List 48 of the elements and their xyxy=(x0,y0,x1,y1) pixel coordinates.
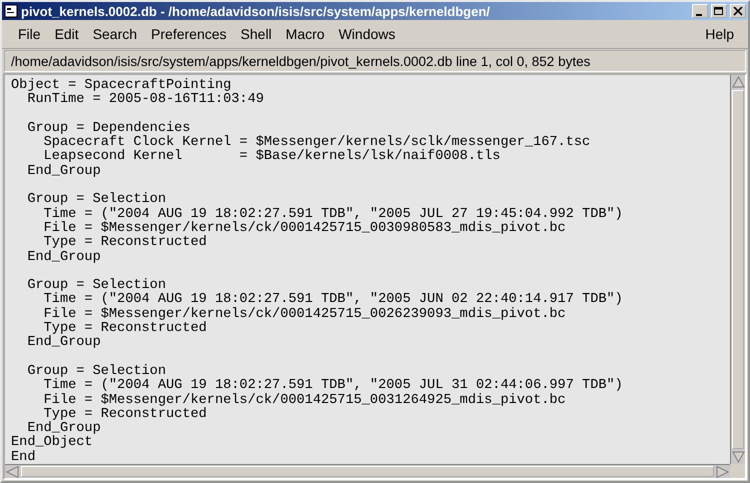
maximize-button[interactable] xyxy=(711,4,727,18)
code-line: Spacecraft Clock Kernel = $Messenger/kernels/sclk/messenger_167.tsc xyxy=(42,136,592,150)
menu-item[interactable]: Search xyxy=(86,24,144,44)
down-arrow-icon[interactable] xyxy=(731,450,746,464)
code-line: Type = Reconstructed xyxy=(44,236,208,250)
scroll-thumb[interactable] xyxy=(21,466,714,477)
close-icon xyxy=(733,6,743,16)
code-line: Group = Dependencies xyxy=(26,122,190,136)
code-line: End_Object xyxy=(11,436,94,450)
code-line: Object = SpacecraftPointing xyxy=(11,79,232,93)
code-line: Group = Selection xyxy=(26,364,166,379)
code-line: File = $Messenger/kernels/ck/0001425715_0031264925_mdis_pivot.bc xyxy=(42,394,567,408)
code-line: Time = ("2004 AUG 19 18:02:27.591 TDB", "2005 JUL 31 02:44:06.997 TDB") xyxy=(42,379,624,394)
code-line: RunTime = 2005-08-16T11:03:49 xyxy=(26,93,265,108)
left-arrow-icon[interactable] xyxy=(5,465,20,479)
code-line: End_Group xyxy=(26,250,102,265)
code-line: Group = Selection xyxy=(26,279,166,294)
menu-item[interactable]: Edit xyxy=(48,24,85,44)
code-line: End_Group xyxy=(26,164,102,180)
menu-item[interactable]: Preferences xyxy=(145,24,233,44)
menu-item[interactable]: Shell xyxy=(234,24,278,44)
menu-item[interactable]: File xyxy=(12,24,47,44)
code-line: Type = Reconstructed xyxy=(44,408,207,422)
up-arrow-icon[interactable] xyxy=(731,75,746,89)
right-arrow-icon[interactable] xyxy=(715,465,730,479)
code-line: File = $Messenger/kernels/ck/0001425715_0026239093_mdis_pivot.bc xyxy=(42,308,567,322)
scroll-thumb[interactable] xyxy=(732,90,744,449)
code-line: End_Group xyxy=(27,422,102,436)
code-line: Time = ("2004 AUG 19 18:02:27.591 TDB", "2005 JUL 27 19:45:04.992 TDB") xyxy=(42,208,624,222)
menu-item[interactable]: Macro xyxy=(280,24,331,44)
code-line: Group = Selection xyxy=(26,193,167,208)
minimize-button[interactable] xyxy=(692,4,708,18)
vertical-scrollbar[interactable] xyxy=(730,75,745,464)
window-title: pivot_kernels.0002.db - /home/adavidson/isis/src/system/apps/kerneldbgen/ xyxy=(21,4,491,18)
code-line: File = $Messenger/kernels/ck/0001425715_0030980583_mdis_pivot.bc xyxy=(42,222,567,236)
code-line: End_Group xyxy=(26,336,102,351)
maximize-icon xyxy=(714,6,724,16)
close-button[interactable] xyxy=(730,4,746,18)
code-line: End xyxy=(11,450,36,464)
code-line: Type = Reconstructed xyxy=(44,322,208,336)
code-line: Leapsecond Kernel = $Base/kernels/lsk/naif0008.tls xyxy=(44,150,500,164)
menu-item[interactable]: Help xyxy=(699,24,740,44)
text-area[interactable] xyxy=(5,75,730,464)
document-icon xyxy=(4,4,18,18)
menu-item[interactable]: Windows xyxy=(332,24,402,44)
minimize-icon xyxy=(696,14,702,16)
code-line: Time = ("2004 AUG 19 18:02:27.591 TDB", "2005 JUN 02 22:40:14.917 TDB") xyxy=(44,293,624,308)
horizontal-scrollbar[interactable] xyxy=(5,464,730,478)
